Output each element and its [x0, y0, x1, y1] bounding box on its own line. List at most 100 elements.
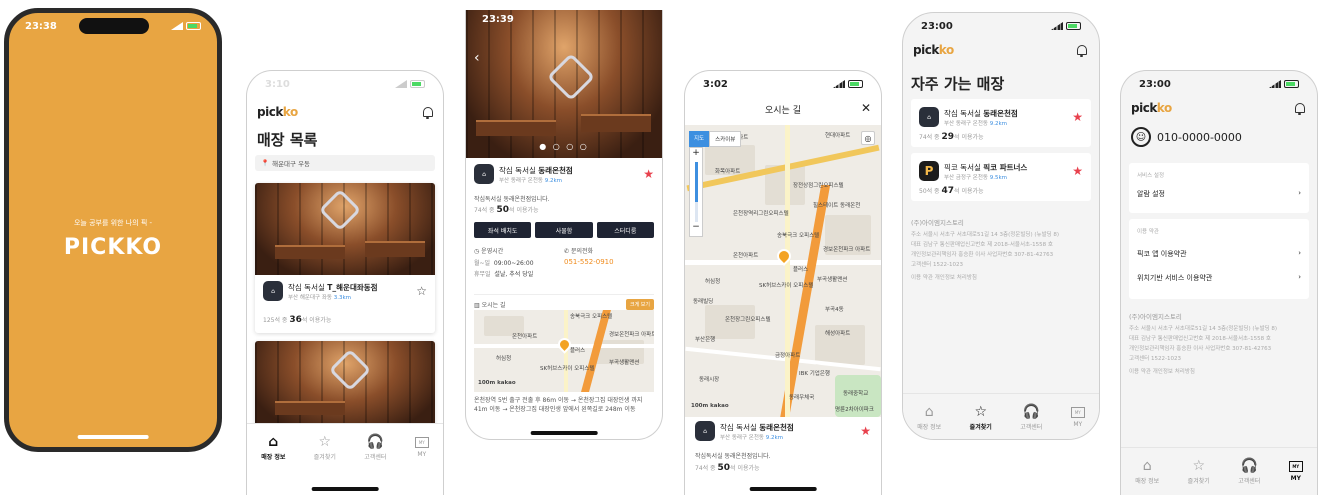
store-description: 작심독서실 동래온천점입니다.: [695, 453, 771, 460]
favorite-star-icon[interactable]: ★: [1072, 110, 1083, 124]
building-icon: ⌂: [268, 433, 279, 450]
profile-row: ☺ 010-0000-0000: [1131, 127, 1242, 147]
tab-my[interactable]: MY MY: [414, 437, 429, 458]
map-label: 동래우체국: [789, 395, 815, 401]
close-icon[interactable]: ✕: [861, 101, 871, 115]
seat-availability: 74석 중 50석 이용가능: [474, 205, 539, 215]
zoom-in-button[interactable]: +: [692, 148, 700, 162]
location-terms-row[interactable]: 위치기반 서비스 이용약관 ›: [1137, 273, 1301, 283]
tab-support[interactable]: 🎧 고객센터: [1020, 405, 1042, 431]
app-terms-row[interactable]: 픽코 앱 이용약관 ›: [1137, 249, 1301, 259]
photo-pager-dots[interactable]: ● ○ ○ ○: [466, 142, 662, 151]
store-address: 부산 동래구 온천동 9.2km: [944, 120, 1008, 127]
store-name: 작심 독서실 동래온천점: [499, 165, 573, 175]
favorite-star-icon[interactable]: ★: [1072, 164, 1083, 178]
status-icons: [833, 80, 863, 88]
status-time: 23:38: [25, 20, 57, 32]
map-label: 경보온천파크 아파트: [823, 247, 871, 253]
map-label: 온천장그린오피스텔: [725, 317, 771, 323]
favorite-star-icon[interactable]: ★: [860, 424, 871, 438]
map-label: 허심청: [705, 279, 721, 285]
my-icon: MY: [1288, 461, 1303, 472]
store-description: 작심독서실 동래온천점입니다.: [474, 196, 550, 203]
full-map[interactable]: 동원아파트 화목아파트 현대아파트 장전상점그린오피스텔 은천장역리그린오피스텔…: [685, 125, 881, 417]
tab-bar: ⌂ 매장 정보 ☆ 즐겨찾기 🎧 고객센터 MY MY: [1121, 447, 1317, 495]
map-label: 부곡생활맨션: [817, 277, 848, 283]
row-label: 픽코 앱 이용약관: [1137, 250, 1187, 258]
map-label: 명륜2차아이파크: [835, 407, 874, 413]
directions-label: ▥ 오시는 길: [474, 302, 506, 309]
favorite-star-icon[interactable]: ☆: [416, 284, 427, 298]
tab-store-info[interactable]: ⌂ 매장 정보: [261, 435, 285, 461]
notification-settings-row[interactable]: 알람 설정 ›: [1137, 189, 1301, 199]
splash-logo: PICKKO: [63, 235, 163, 260]
tab-my[interactable]: MY MY: [1070, 407, 1085, 428]
store-header[interactable]: ⌂ 작심 독서실 동래온천점 부산 동래구 온천동 9.2km ★: [695, 421, 871, 441]
tab-store-info[interactable]: ⌂ 매장 정보: [1135, 459, 1159, 485]
company-name: (주)아이엠지스토리: [911, 219, 964, 227]
study-room-button[interactable]: 스터디룸: [596, 222, 654, 238]
map-label: 동래중학교: [843, 391, 869, 397]
seat-map-button[interactable]: 좌석 배치도: [474, 222, 532, 238]
bell-icon[interactable]: [1295, 103, 1305, 115]
zoom-out-button[interactable]: −: [692, 222, 700, 236]
zoom-slider[interactable]: [694, 162, 698, 222]
bell-icon[interactable]: [1077, 45, 1087, 57]
signal-icon: [1269, 80, 1281, 88]
store-card[interactable]: [255, 341, 435, 431]
terms-links[interactable]: 이용 약관 개인정보 처리방침: [1129, 367, 1311, 377]
clock-icon: ◷: [474, 248, 480, 255]
store-card[interactable]: ⌂ 작심 독서실 T_해운대좌동점 부산 해운대구 좌동 3.3km ☆ 125…: [255, 183, 435, 333]
signal-icon: [395, 80, 407, 88]
current-location-icon[interactable]: ◎: [861, 131, 875, 145]
map-label: 금정아파트: [775, 353, 801, 359]
location-bar[interactable]: 📍 해운대구 우동: [255, 155, 435, 171]
tab-favorites[interactable]: ☆ 즐겨찾기: [314, 435, 336, 461]
map-label: 온천아파트: [512, 334, 538, 340]
tab-my[interactable]: MY MY: [1288, 461, 1303, 482]
avatar-icon[interactable]: ☺: [1131, 127, 1151, 147]
battery-icon: [1284, 80, 1299, 88]
seat-availability: 74석 중 29석 이용가능: [919, 132, 984, 142]
status-bar: 23:38: [9, 13, 217, 39]
status-time: 23:39: [482, 14, 514, 25]
bell-icon[interactable]: [423, 107, 433, 119]
back-chevron-icon[interactable]: ‹: [474, 50, 480, 66]
tab-favorites[interactable]: ☆ 즐겨찾기: [970, 405, 992, 431]
store-name: 작심 독서실 T_해운대좌동점: [288, 282, 378, 292]
tab-favorites[interactable]: ☆ 즐겨찾기: [1188, 459, 1210, 485]
app-logo[interactable]: pickko: [913, 43, 954, 57]
app-logo[interactable]: pickko: [257, 105, 298, 119]
store-info: ⌂ 작심 독서실 T_해운대좌동점 부산 해운대구 좌동 3.3km ☆: [263, 281, 427, 301]
store-header: ⌂ 작심 독서실 동래온천점 부산 동래구 온천동 9.2km ★: [474, 164, 654, 184]
map-view-button[interactable]: 지도: [689, 131, 710, 147]
status-icons: [1269, 80, 1299, 88]
phone-number-link[interactable]: 051-552-0910: [564, 258, 654, 266]
favorite-star-icon[interactable]: ★: [643, 167, 654, 181]
map-icon: ▥: [474, 302, 480, 309]
action-buttons: 좌석 배치도 사물함 스터디룸: [474, 222, 654, 238]
photo-table: [275, 401, 345, 415]
status-icons: [395, 80, 425, 88]
mini-map[interactable]: 송북극크 오피스텔 온천아파트 허심청 플러스 SK허브스카이 오피스텔 경보온…: [474, 310, 654, 392]
zoom-slider-fill: [694, 162, 698, 202]
enlarge-map-button[interactable]: 크게 보기: [626, 299, 654, 310]
tab-support[interactable]: 🎧 고객센터: [1238, 459, 1260, 485]
store-detail-phone: ‹ 23:39 ● ○ ○ ○ ⌂ 작심 독서실 동래온천점 부산 동래구 온천…: [465, 10, 663, 440]
store-address: 부산 해운대구 좌동 3.3km: [288, 294, 352, 301]
map-label: 온천아파트: [733, 253, 759, 259]
favorite-store-card[interactable]: P 픽코 독서실 픽코 파트너스 부산 금정구 온천동 9.5km ★ 50석 …: [911, 153, 1091, 201]
header: pickko: [1131, 101, 1305, 115]
store-address: 부산 동래구 온천동 9.2km: [499, 177, 563, 184]
page-title: 자주 가는 매장: [911, 75, 1005, 93]
tab-bar: ⌂ 매장 정보 ☆ 즐겨찾기 🎧 고객센터 MY MY: [247, 423, 443, 471]
tab-store-info[interactable]: ⌂ 매장 정보: [917, 405, 941, 431]
locker-button[interactable]: 사물함: [535, 222, 593, 238]
skyview-button[interactable]: 스카이뷰: [709, 131, 742, 147]
chevron-right-icon: ›: [1298, 189, 1301, 197]
app-logo[interactable]: pickko: [1131, 101, 1172, 115]
map-label: 송북극크 오피스텔: [570, 314, 613, 320]
favorite-store-card[interactable]: ⌂ 작심 독서실 동래온천점 부산 동래구 온천동 9.2km ★ 74석 중 …: [911, 99, 1091, 147]
tab-support[interactable]: 🎧 고객센터: [364, 435, 386, 461]
terms-links[interactable]: 이용 약관 개인정보 처리방침: [911, 273, 1093, 283]
